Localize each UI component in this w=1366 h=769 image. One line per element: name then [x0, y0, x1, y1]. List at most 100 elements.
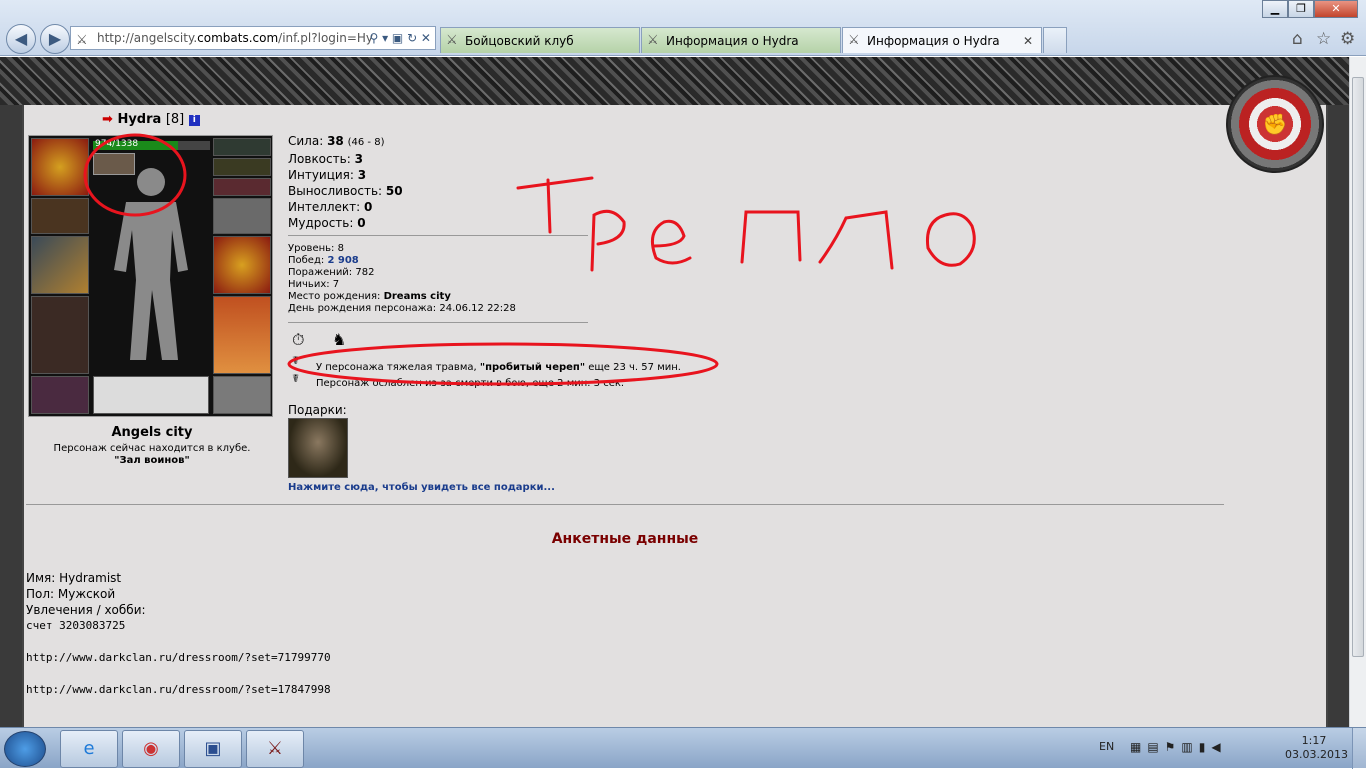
new-tab-button[interactable] — [1043, 27, 1067, 53]
tab-combats[interactable]: ⚔ Бойцовский клуб — [440, 27, 640, 53]
profile-data: Имя: Hydramist Пол: Мужской Увлечения / … — [26, 570, 331, 698]
language-indicator[interactable]: EN — [1099, 740, 1114, 753]
clock-date: 03.03.2013 — [1285, 748, 1348, 761]
profile-hobby-label: Увлечения / хобби: — [26, 603, 146, 617]
club-logo[interactable]: ✊ — [1226, 75, 1324, 173]
tab-favicon-icon: ⚔ — [446, 33, 458, 48]
forward-icon[interactable]: ▶ — [40, 24, 70, 54]
hp-value: 974/1338 — [95, 139, 139, 149]
tab-info-1[interactable]: ⚔ Информация о Hydra — [641, 27, 841, 53]
gift-image[interactable] — [288, 418, 348, 478]
profile-heading: Анкетные данные — [551, 531, 699, 547]
stat-label: Выносливость: — [288, 184, 383, 198]
profile-gender: Пол: Мужской — [26, 587, 116, 601]
tab-favicon-icon: ⚔ — [647, 33, 659, 48]
profile-line[interactable]: http://www.darkclan.ru/dressroom/?set=17… — [26, 682, 331, 698]
earring-slot[interactable] — [213, 138, 271, 156]
helmet-slot[interactable] — [31, 138, 89, 196]
game-taskbar-icon[interactable]: ⚔ — [246, 730, 304, 768]
address-tools-icon[interactable]: ⚲ ▾ ▣ ↻ ✕ — [369, 27, 431, 49]
clock-icon: ⏱ — [292, 330, 305, 349]
info-icon[interactable]: i — [188, 115, 200, 126]
browser-chrome: ◀ ▶ ⚔ http://angelscity.combats.com/inf.… — [0, 0, 1366, 56]
url-domain: combats.com — [197, 31, 279, 45]
page-banner — [0, 57, 1349, 105]
vertical-scrollbar[interactable] — [1349, 57, 1366, 727]
stat-value: 0 — [357, 216, 366, 230]
clock[interactable]: 1:17 03.03.2013 — [1285, 734, 1348, 762]
stat-intuition: Интуиция: 3 — [288, 167, 403, 183]
belt-slot[interactable] — [31, 376, 89, 414]
save-taskbar-icon[interactable]: ▣ — [184, 730, 242, 768]
trauma-time: еще 23 ч. 57 мин. — [588, 362, 681, 373]
tab-close-icon[interactable]: ✕ — [1023, 28, 1033, 54]
stat-endurance: Выносливость: 50 — [288, 183, 403, 199]
tab-label: Бойцовский клуб — [465, 34, 574, 48]
tab-label: Информация о Hydra — [666, 34, 799, 48]
rings-slot[interactable] — [213, 178, 271, 196]
profile-line — [26, 666, 331, 682]
character-name: Hydra — [117, 112, 162, 127]
stat-agility: Ловкость: 3 — [288, 151, 403, 167]
stat-label: Сила: — [288, 134, 324, 148]
profile-line: счет 3203083725 — [26, 619, 126, 632]
tab-favicon-icon: ⚔ — [848, 33, 860, 48]
info-value: Dreams city — [383, 291, 451, 302]
weapon-slot[interactable] — [31, 236, 89, 294]
info-draws: Ничьих: 7 — [288, 279, 340, 290]
location-room: "Зал воинов" — [114, 455, 190, 466]
info-birthday: День рождения персонажа: 24.06.12 22:28 — [288, 303, 516, 314]
gifts-label: Подарки: — [288, 403, 347, 417]
home-icon[interactable]: ⌂ — [1292, 29, 1303, 49]
tab-info-2[interactable]: ⚔ Информация о Hydra ✕ — [842, 27, 1042, 53]
stat-value: 3 — [357, 168, 367, 182]
info-wins: Побед: 2 908 — [288, 255, 516, 267]
shield-slot[interactable] — [213, 236, 271, 294]
amulet-slot[interactable] — [213, 158, 271, 176]
info-value: 2 908 — [327, 255, 359, 266]
profile-line — [26, 634, 331, 650]
info-losses: Поражений: 782 — [288, 267, 375, 278]
stat-strength: Сила: 38 (46 - 8) — [288, 133, 403, 151]
ie-taskbar-icon[interactable]: e — [60, 730, 118, 768]
fist-icon: ✊ — [1262, 112, 1288, 136]
back-icon[interactable]: ◀ — [6, 24, 36, 54]
weakened-icon: ☤ — [292, 372, 300, 385]
divider — [288, 322, 588, 323]
url-prefix: http://angelscity. — [97, 31, 198, 45]
show-desktop-button[interactable] — [1352, 728, 1366, 769]
info-birthplace: Место рождения: Dreams city — [288, 291, 516, 303]
clock-time: 1:17 — [1301, 734, 1327, 747]
start-button[interactable] — [4, 731, 46, 767]
trauma-name: "пробитый череп" — [479, 362, 586, 373]
scrollbar-thumb[interactable] — [1352, 77, 1364, 657]
legs-slot[interactable] — [213, 296, 271, 374]
location-info: Персонаж сейчас находится в клубе. "Зал … — [22, 443, 282, 467]
stat-extra: (46 - 8) — [347, 137, 385, 148]
gifts-link[interactable]: Нажмите сюда, чтобы увидеть все подарки.… — [288, 482, 555, 493]
minimize-icon[interactable]: ▁ — [1262, 0, 1288, 18]
city-name: Angels city — [111, 425, 193, 440]
tray-icons[interactable]: ▦▤⚑▥▮◀ — [1130, 740, 1227, 754]
stat-label: Ловкость: — [288, 152, 351, 166]
character-silhouette — [114, 168, 188, 360]
gloves-slot[interactable] — [213, 198, 271, 234]
star-icon[interactable]: ☆ — [1316, 29, 1331, 49]
gear-icon[interactable]: ⚙ — [1340, 29, 1355, 49]
chrome-taskbar-icon[interactable]: ◉ — [122, 730, 180, 768]
info-label: Побед: — [288, 255, 325, 266]
stat-value: 0 — [364, 200, 373, 214]
maximize-icon[interactable]: ❐ — [1288, 0, 1314, 18]
boots-slot[interactable] — [213, 376, 271, 414]
location-line: Персонаж сейчас находится в клубе. — [53, 443, 251, 454]
profile-line[interactable]: http://www.darkclan.ru/dressroom/?set=71… — [26, 650, 331, 666]
stat-value: 50 — [385, 184, 403, 198]
bracers-slot[interactable] — [31, 198, 89, 234]
stat-label: Мудрость: — [288, 216, 354, 230]
divider — [26, 504, 1224, 505]
address-bar[interactable]: ⚔ http://angelscity.combats.com/inf.pl?l… — [70, 26, 436, 50]
stat-value: 38 — [327, 134, 344, 148]
profile-name: Имя: Hydramist — [26, 571, 122, 585]
armor-slot[interactable] — [31, 296, 89, 374]
close-icon[interactable]: ✕ — [1314, 0, 1358, 18]
